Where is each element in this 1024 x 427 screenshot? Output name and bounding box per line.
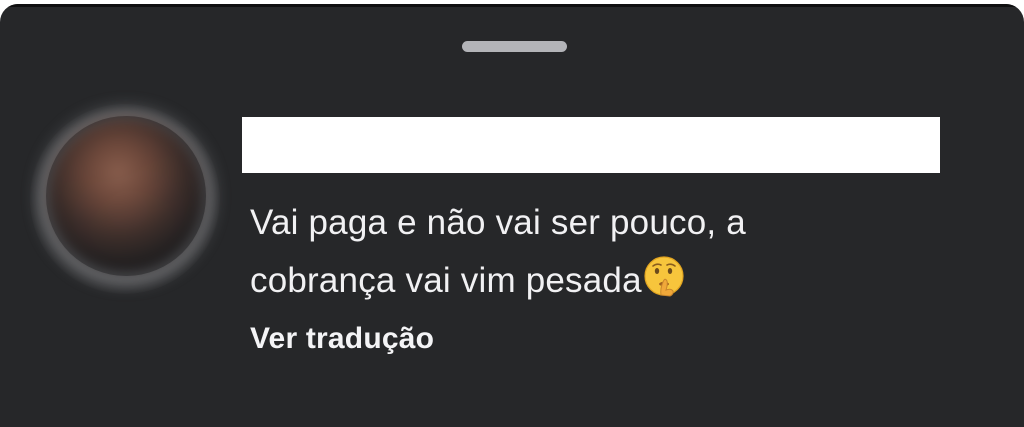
shushing-face-emoji-icon: [642, 254, 686, 298]
avatar[interactable]: [30, 104, 220, 294]
comment-line-2: cobrança vai vim pesada: [250, 252, 950, 310]
see-translation-link[interactable]: Ver tradução: [250, 322, 434, 356]
drag-handle[interactable]: [462, 41, 567, 52]
comment-text: Vai paga e não vai ser pouco, a cobrança…: [250, 194, 950, 310]
comment-line-2-text: cobrança vai vim pesada: [250, 261, 642, 300]
comment-line-1: Vai paga e não vai ser pouco, a: [250, 203, 746, 242]
comment-sheet: Vai paga e não vai ser pouco, a cobrança…: [0, 4, 1024, 427]
avatar-image: [48, 118, 204, 274]
redacted-username: [242, 117, 940, 173]
